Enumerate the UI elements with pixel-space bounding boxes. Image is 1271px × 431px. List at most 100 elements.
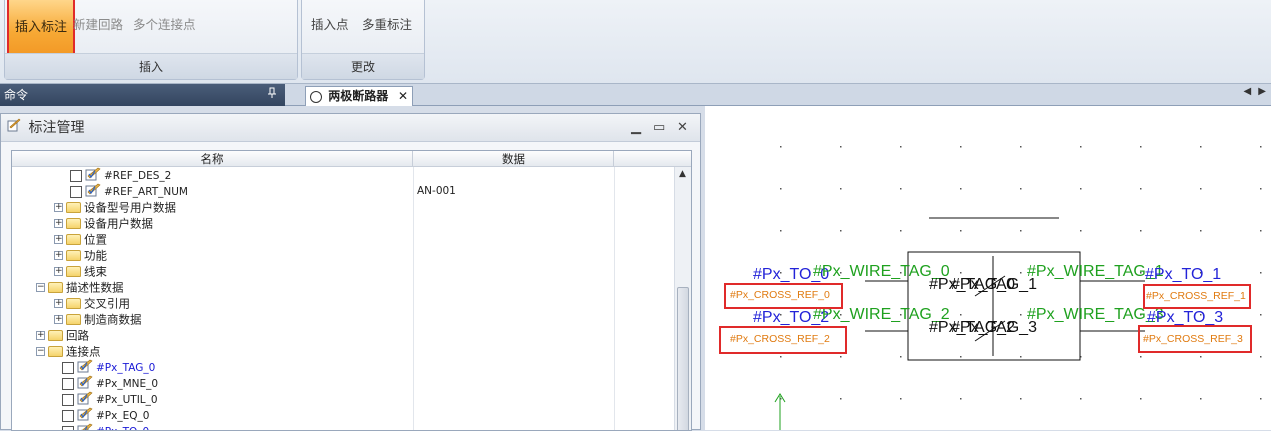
expand-toggle-icon[interactable]: + — [54, 235, 63, 244]
column-header-data[interactable]: 数据 — [414, 151, 614, 167]
expand-toggle-icon[interactable]: − — [36, 283, 45, 292]
folder-icon — [48, 330, 63, 341]
tag-manager-panel: 标注管理 ▁ ▭ ✕ 名称 数据 #REF_DES_2 #REF_ART_NUM A… — [0, 113, 701, 431]
tree-node: + 设备用户数据 — [54, 215, 153, 232]
tree-node: + 回路 — [36, 327, 89, 344]
maximize-icon[interactable]: ▭ — [653, 114, 665, 142]
column-divider — [614, 359, 615, 375]
tag-checkbox[interactable] — [62, 378, 74, 390]
tag-row[interactable]: #Px_UTIL_0 — [12, 391, 691, 407]
tag-checkbox[interactable] — [62, 410, 74, 422]
tag-label: #Px_MNE_0 — [96, 378, 159, 390]
expand-toggle-icon[interactable]: + — [54, 299, 63, 308]
expand-toggle-icon[interactable]: + — [54, 315, 63, 324]
expand-toggle-icon[interactable]: + — [54, 219, 63, 228]
tag-checkbox[interactable] — [62, 394, 74, 406]
column-divider — [614, 231, 615, 247]
folder-icon — [66, 298, 81, 309]
multi-tag-button[interactable]: 多重标注 — [362, 14, 412, 33]
tag-manager-icon — [7, 114, 21, 142]
column-divider — [413, 279, 414, 295]
folder-row[interactable]: + 制造商数据 — [12, 311, 691, 327]
tag-row[interactable]: #Px_MNE_0 — [12, 375, 691, 391]
folder-row[interactable]: + 位置 — [12, 231, 691, 247]
insert-point-button[interactable]: 插入点 — [311, 14, 349, 33]
folder-row[interactable]: + 线束 — [12, 263, 691, 279]
folder-icon — [48, 346, 63, 357]
drawing-canvas[interactable]: #Px_TO_0 #Px_WIRE_TAG_0 #Px_TAG_0 #Px_TA… — [705, 106, 1271, 430]
expand-toggle-icon[interactable]: + — [54, 251, 63, 260]
folder-icon — [66, 266, 81, 277]
tag-checkbox[interactable] — [70, 170, 82, 182]
folder-row[interactable]: + 回路 — [12, 327, 691, 343]
new-circuit-button[interactable]: 新建回路 — [73, 14, 123, 33]
multi-connect-button[interactable]: 多个连接点 — [133, 14, 196, 33]
tag-checkbox[interactable] — [62, 426, 74, 430]
column-divider — [614, 343, 615, 359]
tag-label: #Px_TO_0 — [96, 426, 149, 430]
tag-1-label: #Px_TAG_1 — [951, 276, 1037, 293]
tree-node: − 连接点 — [36, 343, 101, 360]
scroll-thumb[interactable] — [677, 287, 689, 430]
tab-two-pole-breaker[interactable]: 两极断路器 ✕ — [305, 86, 413, 106]
tag-3-label: #Px_TAG_3 — [951, 319, 1037, 336]
close-icon[interactable]: ✕ — [398, 87, 408, 105]
column-divider — [614, 391, 615, 407]
folder-icon — [48, 282, 63, 293]
folder-icon — [66, 314, 81, 325]
expand-toggle-icon[interactable]: − — [36, 347, 45, 356]
tree-node: + 位置 — [54, 231, 107, 248]
expand-toggle-icon[interactable]: + — [54, 267, 63, 276]
tab-scroll-arrows-icon[interactable]: ◀ ▶ — [1243, 86, 1268, 97]
column-divider — [614, 183, 615, 199]
data-cell[interactable]: AN-001 — [417, 183, 456, 199]
column-divider — [413, 263, 414, 279]
folder-row[interactable]: − 描述性数据 — [12, 279, 691, 295]
folder-row[interactable]: + 交叉引用 — [12, 295, 691, 311]
tag-label: #Px_UTIL_0 — [96, 394, 158, 406]
wire-tag-1-label: #Px_WIRE_TAG_1 — [1027, 263, 1164, 280]
tree-item-label: 设备用户数据 — [84, 216, 153, 231]
scroll-up-icon[interactable]: ▲ — [679, 169, 686, 179]
folder-row[interactable]: − 连接点 — [12, 343, 691, 359]
tag-checkbox[interactable] — [70, 186, 82, 198]
to-1-label: #Px_TO_1 — [1145, 266, 1222, 283]
column-divider — [413, 327, 414, 343]
folder-row[interactable]: + 设备型号用户数据 — [12, 199, 691, 215]
insert-tag-button[interactable]: 插入标注 — [7, 0, 75, 55]
tree-item-label: 制造商数据 — [84, 312, 142, 327]
tree-item-label: 交叉引用 — [84, 296, 130, 311]
close-panel-icon[interactable]: ✕ — [677, 114, 688, 142]
folder-row[interactable]: + 设备用户数据 — [12, 215, 691, 231]
folder-icon — [66, 250, 81, 261]
folder-icon — [66, 202, 81, 213]
column-divider — [614, 375, 615, 391]
tree-item-label: 线束 — [84, 264, 107, 279]
tag-row[interactable]: #REF_DES_2 — [12, 167, 691, 183]
column-divider — [614, 407, 615, 423]
ribbon-group-change-label: 更改 — [302, 53, 424, 79]
ribbon-group-insert: 插入标注 新建回路 多个连接点 插入 — [4, 0, 298, 80]
tag-row[interactable]: #Px_TAG_0 — [12, 359, 691, 375]
expand-toggle-icon[interactable]: + — [36, 331, 45, 340]
tag-label: #REF_ART_NUM — [104, 186, 188, 198]
vertical-scrollbar[interactable]: ▲ — [674, 167, 691, 430]
tree-item-label: 位置 — [84, 232, 107, 247]
expand-toggle-icon[interactable]: + — [54, 203, 63, 212]
tag-row[interactable]: #Px_EQ_0 — [12, 407, 691, 423]
pin-icon[interactable] — [267, 84, 277, 106]
column-divider — [413, 231, 414, 247]
cross-ref-0-label: #Px_CROSS_REF_0 — [730, 289, 830, 301]
tag-label: #REF_DES_2 — [104, 170, 172, 182]
tree-item-label: 连接点 — [66, 344, 101, 359]
tag-row[interactable]: #REF_ART_NUM AN-001 — [12, 183, 691, 199]
tree-item-label: 功能 — [84, 248, 107, 263]
column-divider — [413, 359, 414, 375]
folder-row[interactable]: + 功能 — [12, 247, 691, 263]
column-header-name[interactable]: 名称 — [12, 151, 413, 167]
tag-label: #Px_EQ_0 — [96, 410, 150, 422]
minimize-icon[interactable]: ▁ — [631, 114, 641, 142]
tree-node: + 交叉引用 — [54, 295, 130, 312]
tag-checkbox[interactable] — [62, 362, 74, 374]
column-divider — [413, 311, 414, 327]
